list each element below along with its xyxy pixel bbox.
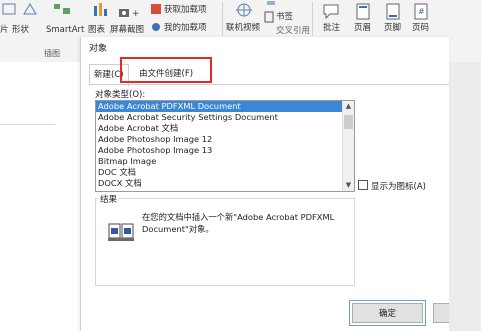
dialog-title: 对象 xyxy=(89,44,108,54)
object-dialog: 对象 新建(C) 由文件创建(F) 对象类型(O): Adobe Acrobat… xyxy=(80,37,449,331)
footer-label[interactable]: 页脚 xyxy=(384,23,401,33)
list-item[interactable]: Adobe Acrobat PDFXML Document xyxy=(96,101,342,112)
chart-icon[interactable] xyxy=(92,2,108,18)
list-item[interactable]: DOC 文档 xyxy=(96,167,342,178)
svg-text:+: + xyxy=(132,9,140,19)
display-as-icon-label[interactable]: 显示为图标(A) xyxy=(371,182,426,192)
svg-text:#: # xyxy=(418,7,425,16)
display-as-icon-checkbox[interactable] xyxy=(358,180,368,190)
scroll-up-icon[interactable]: ▲ xyxy=(343,101,354,112)
object-type-label: 对象类型(O): xyxy=(95,90,146,100)
list-item[interactable]: Adobe Acrobat 文档 xyxy=(96,123,342,134)
screenshot-icon[interactable]: + xyxy=(118,7,140,19)
bookmark-icon[interactable] xyxy=(264,11,274,23)
page-number-label[interactable]: 页码 xyxy=(412,23,429,33)
list-item[interactable]: Adobe Photoshop Image 13 xyxy=(96,145,342,156)
link-icon[interactable] xyxy=(266,0,276,6)
online-video-label[interactable]: 联机视频 xyxy=(226,23,260,33)
list-item[interactable]: Adobe Acrobat Security Settings Document xyxy=(96,112,342,123)
smartart-icon[interactable] xyxy=(52,2,72,16)
screenshot-label[interactable]: 屏幕截图 xyxy=(110,25,144,35)
list-item[interactable]: Adobe Photoshop Image 12 xyxy=(96,134,342,145)
scroll-down-icon[interactable]: ▼ xyxy=(343,180,354,191)
document-divider xyxy=(0,124,55,125)
shapes-icon[interactable] xyxy=(22,2,38,16)
ok-button[interactable]: 确定 xyxy=(352,303,423,323)
get-addins-label[interactable]: 获取加载项 xyxy=(164,5,207,15)
chart-label[interactable]: 图表 xyxy=(88,25,105,35)
document-margin xyxy=(0,62,80,331)
comment-icon[interactable] xyxy=(322,3,340,19)
page-number-icon[interactable]: # xyxy=(414,3,428,20)
picture-icon[interactable] xyxy=(2,2,16,16)
comment-label[interactable]: 批注 xyxy=(323,23,340,33)
list-scrollbar[interactable]: ▲ ▼ xyxy=(342,101,354,191)
my-addins-label[interactable]: 我的加载项 xyxy=(164,23,207,33)
cancel-button[interactable] xyxy=(433,303,449,323)
tab-panel-border xyxy=(89,84,449,85)
illustrations-group-label: 插图 xyxy=(44,49,60,58)
header-label[interactable]: 页眉 xyxy=(354,23,371,33)
result-group: 结果 在您的文档中插入一个新"Adobe Acrobat PDFXML Docu… xyxy=(95,193,355,286)
object-type-list[interactable]: Adobe Acrobat PDFXML Document Adobe Acro… xyxy=(95,100,355,192)
scroll-thumb[interactable] xyxy=(344,115,353,129)
smartart-label[interactable]: SmartArt xyxy=(46,25,84,35)
picture-label[interactable]: 片 xyxy=(0,25,9,35)
bookmark-label[interactable]: 书签 xyxy=(276,12,293,22)
document-edge xyxy=(448,62,481,331)
list-item[interactable]: Bitmap Image xyxy=(96,156,342,167)
online-video-icon[interactable] xyxy=(234,2,254,18)
highlight-box xyxy=(120,57,212,83)
result-label: 结果 xyxy=(98,193,120,205)
result-description: 在您的文档中插入一个新"Adobe Acrobat PDFXML Documen… xyxy=(142,212,335,234)
insert-object-icon xyxy=(108,223,134,241)
list-item[interactable]: DOCX 文档 xyxy=(96,178,342,189)
store-icon[interactable] xyxy=(150,3,162,15)
shapes-label[interactable]: 形状 xyxy=(12,25,29,35)
header-icon[interactable] xyxy=(356,3,370,20)
display-as-icon-row[interactable]: 显示为图标(A) xyxy=(358,180,426,192)
footer-icon[interactable] xyxy=(386,3,400,20)
cross-ref-label[interactable]: 交叉引用 xyxy=(276,26,310,36)
my-addins-icon[interactable] xyxy=(150,22,162,32)
ribbon-separator xyxy=(312,2,313,36)
ribbon-separator xyxy=(222,2,223,36)
